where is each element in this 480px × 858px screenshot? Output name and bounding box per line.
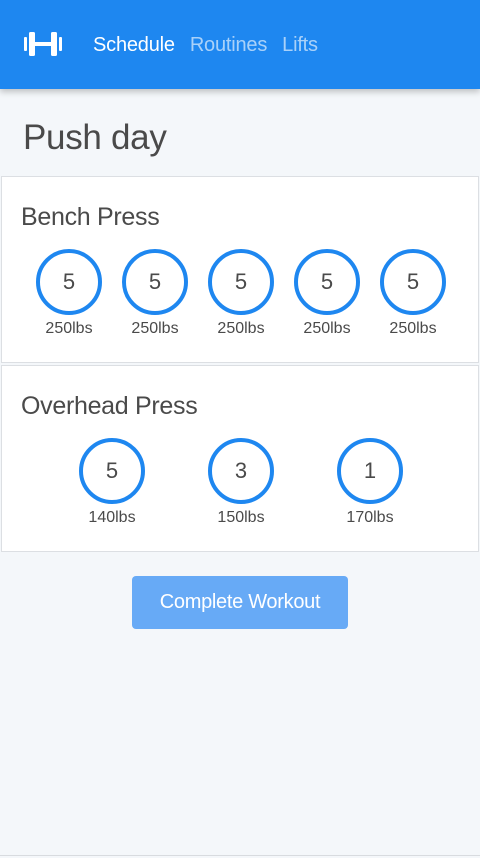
set-weight: 250lbs <box>131 320 179 337</box>
set-reps-button[interactable]: 5 <box>294 249 360 315</box>
nav-link-lifts[interactable]: Lifts <box>282 31 318 59</box>
exercise-card-overhead-press: Overhead Press 5 140lbs 3 150lbs 1 170lb… <box>1 365 479 552</box>
set-weight: 250lbs <box>217 320 265 337</box>
set-item: 3 150lbs <box>201 438 281 527</box>
set-item: 5 250lbs <box>201 249 281 338</box>
set-weight: 150lbs <box>217 509 265 526</box>
set-reps-button[interactable]: 5 <box>208 249 274 315</box>
set-item: 1 170lbs <box>330 438 410 527</box>
set-reps-button[interactable]: 5 <box>36 249 102 315</box>
set-item: 5 250lbs <box>115 249 195 338</box>
nav-link-routines[interactable]: Routines <box>190 31 268 59</box>
nav-link-schedule[interactable]: Schedule <box>93 31 175 59</box>
divider <box>0 855 480 856</box>
set-weight: 250lbs <box>45 320 93 337</box>
page-title: Push day <box>23 118 167 157</box>
set-weight: 140lbs <box>88 509 136 526</box>
set-weight: 170lbs <box>346 509 394 526</box>
set-item: 5 140lbs <box>72 438 152 527</box>
set-reps-button[interactable]: 5 <box>380 249 446 315</box>
set-weight: 250lbs <box>303 320 351 337</box>
set-item: 5 250lbs <box>373 249 453 338</box>
set-reps-button[interactable]: 5 <box>79 438 145 504</box>
set-weight: 250lbs <box>389 320 437 337</box>
dumbbell-icon[interactable] <box>24 30 62 58</box>
exercise-title: Bench Press <box>21 203 160 231</box>
set-item: 5 250lbs <box>29 249 109 338</box>
set-item: 5 250lbs <box>287 249 367 338</box>
exercise-title: Overhead Press <box>21 392 198 420</box>
set-reps-button[interactable]: 1 <box>337 438 403 504</box>
set-reps-button[interactable]: 5 <box>122 249 188 315</box>
set-reps-button[interactable]: 3 <box>208 438 274 504</box>
complete-workout-button[interactable]: Complete Workout <box>132 576 348 629</box>
nav-links: Schedule Routines Lifts <box>93 31 333 59</box>
exercise-card-bench-press: Bench Press 5 250lbs 5 250lbs 5 250lbs 5… <box>1 176 479 363</box>
navbar: Schedule Routines Lifts <box>0 0 480 89</box>
